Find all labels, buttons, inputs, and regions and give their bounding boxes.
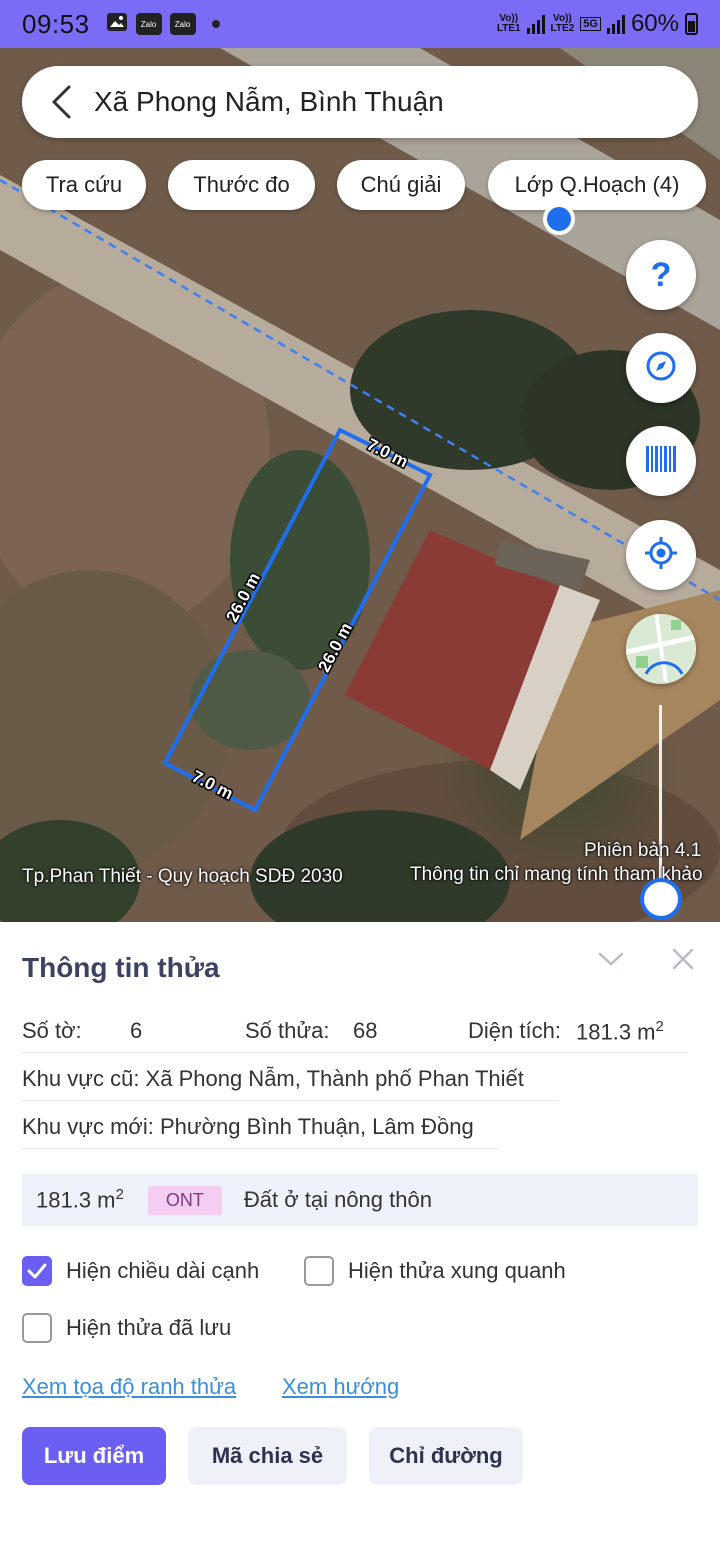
so-thua-label: Số thửa: xyxy=(245,1018,330,1043)
lte1-label: LTE1 xyxy=(496,23,521,34)
opacity-slider-handle[interactable] xyxy=(640,878,682,920)
search-title[interactable]: Xã Phong Nẫm, Bình Thuận xyxy=(94,86,444,118)
khu-vuc-moi: Khu vực mới: Phường Bình Thuận, Lâm Đồng xyxy=(22,1114,474,1139)
parcel-info-sheet: Thông tin thửa Số tờ: 6 Số thửa: 68 Diện… xyxy=(0,922,720,1542)
sim1-network: Vo)) LTE1 xyxy=(497,14,521,34)
barcode-icon xyxy=(645,445,677,478)
battery-icon xyxy=(685,13,698,35)
dien-tich-value: 181.3 m2 xyxy=(576,1018,664,1045)
area-unit-sup: 2 xyxy=(655,1018,664,1035)
search-bar[interactable]: Xã Phong Nẫm, Bình Thuận xyxy=(22,66,698,138)
divider xyxy=(22,1052,688,1053)
land-use-row: 181.3 m2 ONT Đất ở tại nông thôn xyxy=(22,1174,698,1226)
save-point-button[interactable]: Lưu điểm xyxy=(22,1427,166,1485)
map-thumbnail-icon xyxy=(626,614,696,684)
notification-dot-icon xyxy=(211,20,220,28)
dien-tich-number: 181.3 m xyxy=(576,1019,656,1045)
so-to-label: Số tờ: xyxy=(22,1018,82,1043)
version-label: Phiên bản 4.1 xyxy=(584,840,702,861)
sheet-title: Thông tin thửa xyxy=(22,952,220,983)
status-right: Vo)) LTE1 Vo)) LTE2 5G 60% xyxy=(497,10,698,38)
checkbox-label: Hiện thửa xung quanh xyxy=(348,1258,566,1283)
lte2-label: LTE2 xyxy=(550,23,575,34)
so-thua-value: 68 xyxy=(353,1018,378,1043)
help-icon: ? xyxy=(650,255,672,294)
barcode-button[interactable] xyxy=(626,426,696,496)
help-button[interactable]: ? xyxy=(626,240,696,310)
view-boundary-coords-link[interactable]: Xem tọa độ ranh thửa xyxy=(22,1374,236,1400)
status-left: 09:53 Zalo Zalo xyxy=(22,9,220,40)
khu-vuc-cu: Khu vực cũ: Xã Phong Nẫm, Thành phố Phan… xyxy=(22,1066,524,1091)
zalo-icon: Zalo xyxy=(169,13,196,35)
status-bar: 09:53 Zalo Zalo Vo)) LTE1 Vo)) LTE2 5G 60% xyxy=(0,0,720,48)
checkbox-show-surrounding[interactable]: Hiện thửa xung quanh xyxy=(304,1256,566,1286)
so-to-value: 6 xyxy=(130,1018,143,1043)
view-direction-link[interactable]: Xem hướng xyxy=(282,1374,399,1400)
screen: 09:53 Zalo Zalo Vo)) LTE1 Vo)) LTE2 5G 60% xyxy=(0,0,720,1542)
signal-icon xyxy=(606,14,625,34)
checkbox-label: Hiện thửa đã lưu xyxy=(66,1315,232,1340)
checkbox-show-edge-length[interactable]: Hiện chiều dài cạnh xyxy=(22,1256,259,1286)
status-time: 09:53 xyxy=(22,8,90,39)
gallery-icon xyxy=(106,12,128,37)
compass-button[interactable] xyxy=(626,333,696,403)
land-use-description: Đất ở tại nông thôn xyxy=(243,1187,432,1212)
checkbox-empty-icon[interactable] xyxy=(22,1313,52,1343)
map-planning-caption: Tp.Phan Thiết - Quy hoạch SDĐ 2030 xyxy=(22,866,343,887)
land-use-area-sup: 2 xyxy=(115,1186,124,1204)
sim2-network: Vo)) LTE2 xyxy=(551,14,575,34)
dien-tich-label: Diện tích: xyxy=(468,1018,561,1043)
my-location-button[interactable] xyxy=(626,520,696,590)
directions-button[interactable]: Chỉ đường xyxy=(369,1427,523,1485)
chip-tra-cuu[interactable]: Tra cứu xyxy=(22,160,146,210)
chip-thuoc-do[interactable]: Thước đo xyxy=(168,160,315,210)
collapse-chevron-icon[interactable] xyxy=(596,944,626,974)
divider xyxy=(22,1100,558,1101)
zalo-icon: Zalo xyxy=(135,13,162,35)
checkbox-empty-icon[interactable] xyxy=(304,1256,334,1286)
checkbox-show-saved[interactable]: Hiện thửa đã lưu xyxy=(22,1313,231,1343)
chip-lop-quy-hoach[interactable]: Lớp Q.Hoạch (4) xyxy=(488,160,706,210)
chip-chu-giai[interactable]: Chú giải xyxy=(337,160,465,210)
share-code-button[interactable]: Mã chia sẻ xyxy=(188,1427,347,1485)
5g-badge: 5G xyxy=(580,17,601,31)
location-dot-icon xyxy=(543,203,575,235)
battery-percent: 60% xyxy=(630,10,679,37)
compass-icon xyxy=(645,350,677,387)
land-use-code-badge: ONT xyxy=(147,1185,222,1215)
checkbox-label: Hiện chiều dài cạnh xyxy=(66,1258,260,1283)
back-arrow-icon[interactable] xyxy=(46,82,76,122)
close-icon[interactable] xyxy=(668,944,698,974)
land-use-area: 181.3 m2 xyxy=(36,1186,124,1213)
map-layer-button[interactable] xyxy=(626,614,696,684)
land-use-area-number: 181.3 m xyxy=(36,1187,116,1213)
signal-icon xyxy=(526,14,545,34)
checkbox-checked-icon[interactable] xyxy=(22,1256,52,1286)
crosshair-icon xyxy=(644,536,678,575)
divider xyxy=(22,1148,498,1149)
